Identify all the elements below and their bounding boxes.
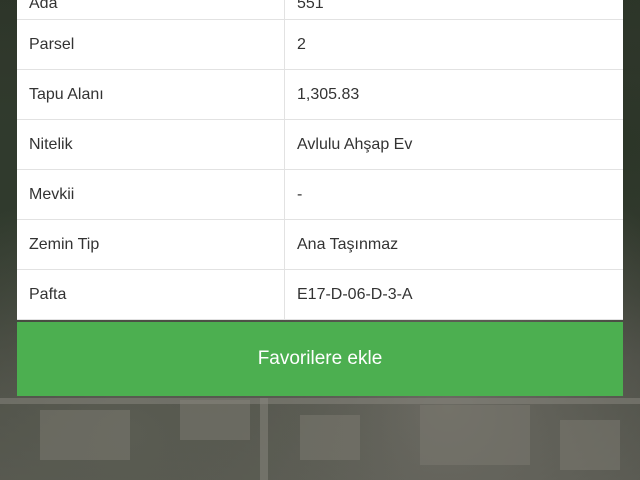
row-value: E17-D-06-D-3-A <box>297 285 413 303</box>
row-label: Nitelik <box>17 120 285 169</box>
row-value: 2 <box>297 35 306 53</box>
map-road <box>0 398 640 404</box>
map-road <box>260 398 268 480</box>
row-value: Avlulu Ahşap Ev <box>297 135 413 153</box>
table-row: Pafta E17-D-06-D-3-A <box>17 270 623 320</box>
row-label: Tapu Alanı <box>17 70 285 119</box>
row-value: - <box>297 185 303 203</box>
row-label: Pafta <box>17 270 285 319</box>
parcel-info-table: Ada 551 Parsel 2 Tapu Alanı 1,305.83 Nit… <box>17 0 623 320</box>
table-row: Parsel 2 <box>17 20 623 70</box>
add-to-favorites-button[interactable]: Favorilere ekle <box>17 322 623 396</box>
map-building <box>180 400 250 440</box>
table-row: Zemin Tip Ana Taşınmaz <box>17 220 623 270</box>
row-label: Ada <box>17 0 285 19</box>
row-value: Ana Taşınmaz <box>297 235 399 253</box>
map-building <box>300 415 360 460</box>
map-building <box>40 410 130 460</box>
row-label: Parsel <box>17 20 285 69</box>
row-label: Mevkii <box>17 170 285 219</box>
row-value: 1,305.83 <box>297 85 360 103</box>
row-label: Zemin Tip <box>17 220 285 269</box>
row-value: 551 <box>297 0 324 12</box>
table-row: Mevkii - <box>17 170 623 220</box>
map-building <box>560 420 620 470</box>
table-row: Tapu Alanı 1,305.83 <box>17 70 623 120</box>
table-row: Ada 551 <box>17 0 623 20</box>
map-building <box>420 405 530 465</box>
table-row: Nitelik Avlulu Ahşap Ev <box>17 120 623 170</box>
